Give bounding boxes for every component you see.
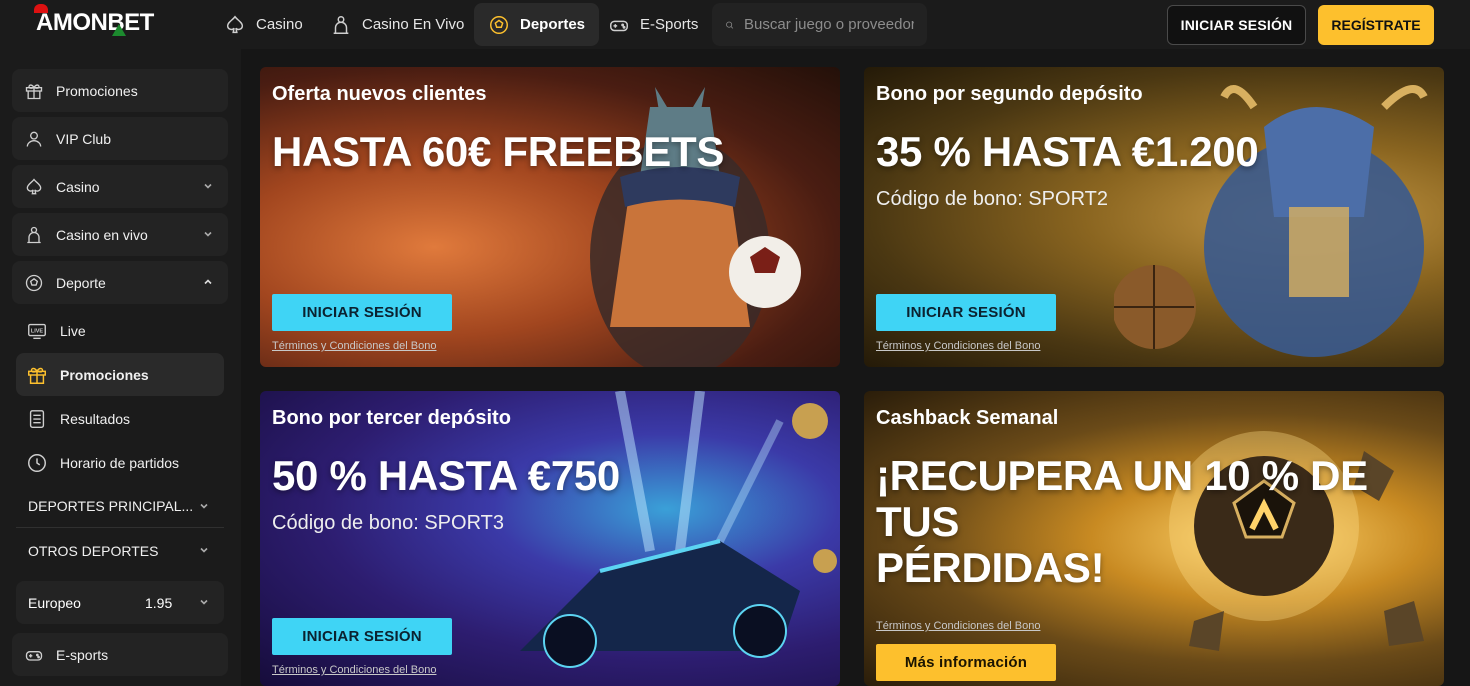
- register-button[interactable]: REGÍSTRATE: [1318, 5, 1434, 45]
- promo-terms-link[interactable]: Términos y Condiciones del Bono: [876, 620, 1040, 632]
- sidebar-item-casino[interactable]: Casino: [12, 165, 228, 208]
- race-car-illustration: [520, 391, 837, 668]
- logo-text: AMONBET: [36, 9, 154, 36]
- nav-esports[interactable]: E-Sports: [594, 3, 712, 46]
- sidebar-item-label: VIP Club: [56, 130, 111, 147]
- chevron-down-icon: [200, 599, 208, 605]
- top-navigation-bar: AMONBET Casino Casino En Vivo Deportes E…: [0, 0, 1470, 49]
- santa-hat-decoration: [34, 4, 48, 13]
- sidebar-item-vip-club[interactable]: VIP Club: [12, 117, 228, 160]
- promo-headline-line: ¡RECUPERA UN 10 % DE TUS: [876, 452, 1368, 545]
- promo-headline: ¡RECUPERA UN 10 % DE TUS PÉRDIDAS!: [876, 453, 1444, 591]
- sidebar-item-esports[interactable]: E-sports: [12, 633, 228, 676]
- gift-icon: [28, 367, 46, 384]
- christmas-tree-decoration: [111, 24, 126, 36]
- sidebar-sub-promociones[interactable]: Promociones: [16, 353, 224, 396]
- nav-casino-en-vivo-label: Casino En Vivo: [362, 16, 465, 33]
- nav-deportes-label: Deportes: [520, 16, 586, 33]
- sidebar-category-deportes-principales[interactable]: DEPORTES PRINCIPAL...: [16, 485, 224, 528]
- nav-deportes[interactable]: Deportes: [474, 3, 600, 46]
- sidebar-item-label: E-sports: [56, 646, 109, 663]
- sidebar-item-deporte[interactable]: Deporte: [12, 261, 228, 304]
- promo-bonus-code: Código de bono: SPORT3: [272, 512, 505, 534]
- soccer-ball-icon: [25, 274, 43, 291]
- gift-icon: [25, 83, 43, 99]
- nav-casino[interactable]: Casino: [210, 3, 317, 46]
- sidebar-sub-label: Horario de partidos: [60, 454, 180, 471]
- spade-icon: [26, 177, 42, 194]
- gamepad-icon: [25, 650, 43, 661]
- promo-login-button[interactable]: INICIAR SESIÓN: [876, 294, 1056, 331]
- promo-terms-link[interactable]: Términos y Condiciones del Bono: [876, 340, 1040, 352]
- chevron-down-icon: [200, 547, 208, 553]
- dealer-icon: [333, 15, 349, 34]
- sidebar-sub-label: Resultados: [60, 410, 131, 427]
- chevron-down-icon: [204, 183, 212, 189]
- login-button[interactable]: INICIAR SESIÓN: [1167, 5, 1306, 45]
- sidebar-item-promociones[interactable]: Promociones: [12, 69, 228, 112]
- odds-format-value: 1.95: [145, 594, 173, 611]
- sidebar-item-label: Deporte: [56, 274, 106, 291]
- promo-login-button[interactable]: INICIAR SESIÓN: [272, 294, 452, 331]
- promo-terms-link[interactable]: Términos y Condiciones del Bono: [272, 340, 436, 352]
- promo-card-weekly-cashback: Cashback Semanal ¡RECUPERA UN 10 % DE TU…: [864, 391, 1444, 686]
- sidebar-sub-resultados[interactable]: Resultados: [16, 397, 224, 440]
- promo-kicker: Oferta nuevos clientes: [272, 83, 487, 105]
- promo-bonus-code: Código de bono: SPORT2: [876, 188, 1109, 210]
- sidebar-item-label: Casino: [56, 178, 100, 195]
- category-label: OTROS DEPORTES: [28, 542, 159, 559]
- sidebar-sub-horario[interactable]: Horario de partidos: [16, 441, 224, 484]
- gamepad-icon: [610, 20, 628, 31]
- sidebar-sub-live[interactable]: LIVE Live: [16, 309, 224, 352]
- sidebar-item-label: Promociones: [56, 82, 138, 99]
- soccer-ball-icon: [490, 15, 508, 34]
- category-label: DEPORTES PRINCIPAL...: [28, 498, 194, 514]
- promo-more-info-button[interactable]: Más información: [876, 644, 1056, 681]
- nav-esports-label: E-Sports: [640, 16, 699, 33]
- promo-card-second-deposit: Bono por segundo depósito 35 % HASTA €1.…: [864, 67, 1444, 367]
- nav-casino-en-vivo[interactable]: Casino En Vivo: [316, 3, 478, 46]
- promo-kicker: Bono por tercer depósito: [272, 407, 511, 429]
- live-icon: LIVE: [28, 323, 46, 339]
- chevron-down-icon: [204, 231, 212, 237]
- nav-casino-label: Casino: [256, 16, 303, 33]
- amonbet-logo[interactable]: AMONBET: [34, 4, 154, 37]
- sidebar: Promociones VIP Club Casino Casino en vi…: [0, 49, 241, 686]
- promo-terms-link[interactable]: Términos y Condiciones del Bono: [272, 664, 436, 676]
- promo-login-button[interactable]: INICIAR SESIÓN: [272, 618, 452, 655]
- chevron-up-icon: [204, 279, 212, 285]
- clock-icon: [28, 453, 46, 472]
- user-icon: [26, 131, 42, 147]
- promo-card-new-clients: Oferta nuevos clientes HASTA 60€ FREEBET…: [260, 67, 840, 367]
- sidebar-sub-label: Live: [60, 322, 86, 339]
- search-icon: [726, 21, 734, 29]
- sidebar-item-casino-en-vivo[interactable]: Casino en vivo: [12, 213, 228, 256]
- odds-format-label: Europeo: [28, 594, 81, 611]
- promo-card-third-deposit: Bono por tercer depósito 50 % HASTA €750…: [260, 391, 840, 686]
- promo-headline: 35 % HASTA €1.200: [876, 128, 1259, 175]
- svg-text:LIVE: LIVE: [31, 328, 44, 334]
- character-illustration: [1114, 85, 1428, 357]
- character-illustration: [590, 87, 801, 367]
- search-input[interactable]: [744, 16, 914, 33]
- dealer-icon: [27, 226, 41, 243]
- clipboard-icon: [29, 409, 45, 428]
- sidebar-category-otros-deportes[interactable]: OTROS DEPORTES: [16, 529, 224, 572]
- odds-format-select[interactable]: Europeo 1.95: [16, 581, 224, 624]
- spade-icon: [226, 15, 244, 33]
- promo-kicker: Bono por segundo depósito: [876, 83, 1143, 105]
- promo-headline-line: PÉRDIDAS!: [876, 544, 1105, 591]
- chevron-down-icon: [200, 503, 208, 509]
- promo-headline: HASTA 60€ FREEBETS: [272, 128, 725, 175]
- promo-kicker: Cashback Semanal: [876, 407, 1059, 429]
- sidebar-sub-label: Promociones: [60, 366, 149, 383]
- sidebar-item-label: Casino en vivo: [56, 226, 148, 243]
- search-box[interactable]: [712, 3, 927, 46]
- promo-headline: 50 % HASTA €750: [272, 452, 620, 499]
